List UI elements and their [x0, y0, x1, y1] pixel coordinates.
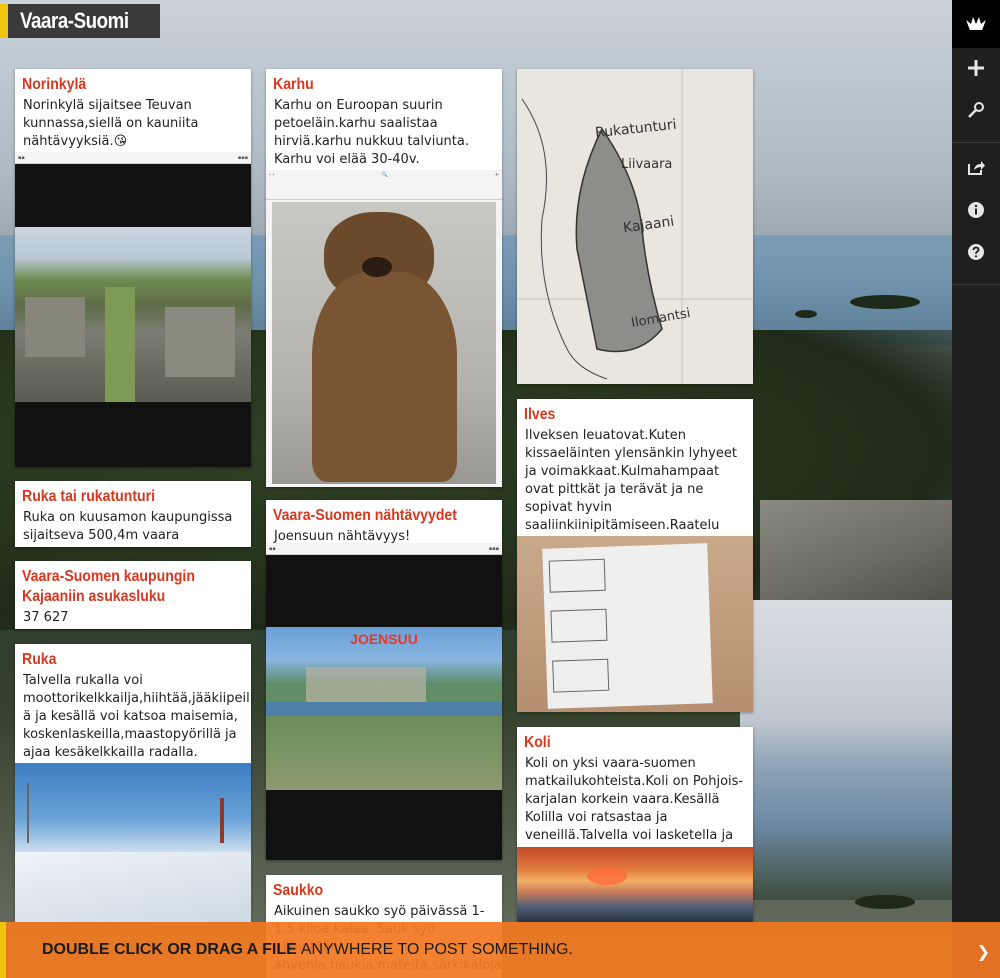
post-ruka-tai-rukatunturi[interactable]: Ruka tai rukatunturi Ruka on kuusamon ka…	[15, 481, 251, 547]
post-title: Norinkylä	[22, 76, 87, 93]
ipad-status-bar: ▪▪ ▪▪▪	[266, 543, 502, 555]
post-image-screenshot[interactable]: ▪▪ ▪▪▪	[15, 152, 251, 467]
wall-title[interactable]: Vaara-Suomi	[0, 4, 160, 38]
ipad-status-bar: ▪▪ ▪▪▪	[15, 152, 251, 164]
post-image-screenshot[interactable]: ▪▪ ▪▪▪ JOENSUU	[266, 543, 502, 860]
post-text: Norinkylä sijaitsee Teuvan kunnassa,siel…	[23, 98, 199, 149]
post-karhu[interactable]: Karhu Karhu on Euroopan suurin petoeläin…	[266, 69, 502, 487]
map-label: Liivaara	[621, 157, 673, 172]
background-island	[855, 895, 915, 909]
post-title: Ruka tai rukatunturi	[22, 488, 156, 505]
padlet-logo-icon[interactable]	[952, 0, 1000, 48]
share-icon[interactable]	[952, 150, 1000, 186]
sidebar-divider	[952, 284, 1000, 285]
bear-photo	[272, 202, 496, 484]
post-image-screenshot[interactable]: ‹ › 🔍 +	[266, 170, 502, 487]
help-icon[interactable]	[952, 234, 1000, 270]
wall-title-text: Vaara-Suomi	[20, 8, 129, 33]
post-ilves[interactable]: Ilves Ilveksen leuatovat.Kuten kissaeläi…	[517, 399, 753, 712]
post-norinkyla[interactable]: Norinkylä Norinkylä sijaitsee Teuvan kun…	[15, 69, 251, 467]
post-title: Ilves	[524, 406, 556, 423]
post-title: Koli	[524, 734, 551, 751]
post-text: Talvella rukalla voi moottorikelkkailja,…	[23, 673, 254, 760]
post-title: Vaara-Suomen nähtävyydet	[273, 507, 457, 524]
wrench-icon[interactable]	[952, 92, 1000, 128]
post-title: Karhu	[273, 76, 314, 93]
koli-sunset-photo[interactable]	[517, 847, 753, 922]
post-koli[interactable]: Koli Koli on yksi vaara-suomen matkailuk…	[517, 727, 753, 922]
info-icon[interactable]	[952, 192, 1000, 228]
post-title: Saukko	[273, 882, 324, 899]
post-title: Vaara-Suomen kaupungin Kajaaniin asukasl…	[22, 568, 195, 605]
post-text: 37 627	[23, 610, 69, 625]
chevron-right-icon[interactable]: ❯	[977, 942, 990, 961]
background-island	[795, 310, 817, 318]
sidebar-divider	[952, 142, 1000, 143]
background-rock	[760, 500, 952, 600]
ruins-photo	[15, 227, 251, 402]
background-lake-lower	[740, 600, 952, 900]
plus-icon[interactable]	[952, 50, 1000, 86]
post-title: Ruka	[22, 651, 57, 668]
post-vaara-suomen-nahtavyydet[interactable]: Vaara-Suomen nähtävyydet Joensuun nähtäv…	[266, 500, 502, 860]
ipad-browser-bar: ‹ › 🔍 +	[266, 170, 502, 200]
post-text: Karhu on Euroopan suurin petoeläin.karhu…	[274, 98, 469, 167]
sidebar	[952, 0, 1000, 978]
post-ruka[interactable]: Ruka Talvella rukalla voi moottorikelkka…	[15, 644, 254, 922]
ruka-winter-photo[interactable]	[15, 763, 251, 922]
background-island	[850, 295, 920, 309]
postcard-caption: JOENSUU	[350, 631, 418, 647]
post-map-drawing[interactable]: Rukatunturi Liivaara Kajaani Ilomantsi	[517, 69, 753, 384]
post-hint-text: ANYWHERE TO POST SOMETHING.	[300, 941, 573, 958]
joensuu-postcard: JOENSUU	[266, 627, 502, 790]
post-hint-bar[interactable]: DOUBLE CLICK OR DRAG A FILE ANYWHERE TO …	[0, 922, 1000, 978]
post-text: Ruka on kuusamon kaupungissa sijaitseva …	[23, 510, 233, 543]
post-hint-bold: DOUBLE CLICK OR DRAG A FILE	[42, 941, 297, 958]
post-kajaani-asukasluku[interactable]: Vaara-Suomen kaupungin Kajaaniin asukasl…	[15, 561, 251, 629]
lynx-tracks-drawing[interactable]	[517, 536, 753, 712]
